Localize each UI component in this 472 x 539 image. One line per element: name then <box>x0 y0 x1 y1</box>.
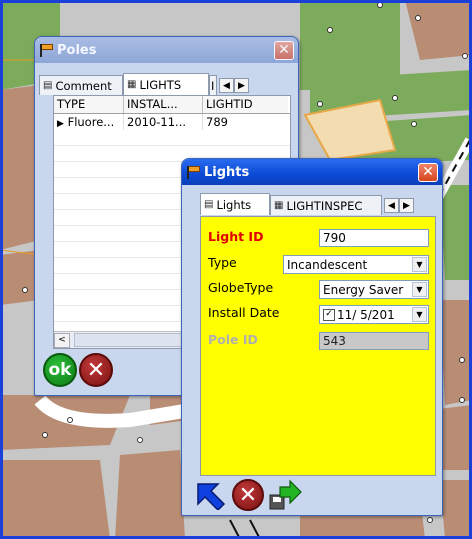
scroll-left-icon[interactable]: < <box>54 332 70 348</box>
install-date-value: 11/ 5/201 <box>337 307 395 322</box>
lights-tabs: ▤ Lights ▦ LIGHTINSPEC ◀ ▶ <box>182 193 442 215</box>
poles-tabs: ▤ Comment ▦ LIGHTS I ◀ ▶ <box>35 73 298 95</box>
tab-scroll-left-icon[interactable]: ◀ <box>384 198 399 213</box>
poles-button-bar: ok ✕ <box>43 353 113 387</box>
form-icon: ▤ <box>43 80 53 91</box>
type-value: Incandescent <box>287 257 368 272</box>
tab-comment[interactable]: ▤ Comment <box>39 75 123 95</box>
back-arrow-icon[interactable] <box>194 480 228 510</box>
tab-overflow-label: I <box>211 78 215 93</box>
tab-lightinspec[interactable]: ▦ LIGHTINSPEC <box>270 195 382 215</box>
globe-type-label: GlobeType <box>208 280 274 295</box>
tab-scroll-arrows: ◀ ▶ <box>219 78 249 93</box>
tab-scroll-right-icon[interactable]: ▶ <box>234 78 249 93</box>
chevron-down-icon[interactable]: ▼ <box>412 257 427 272</box>
col-header-lightid[interactable]: LIGHTID <box>203 96 288 113</box>
row-type-value: Fluore... <box>67 115 115 129</box>
pole-icon <box>39 43 53 57</box>
install-date-checkbox[interactable]: ✓ <box>323 308 335 321</box>
lights-close-button[interactable]: ✕ <box>418 162 438 182</box>
install-date-label: Install Date <box>208 305 280 320</box>
type-select[interactable]: Incandescent ▼ <box>283 255 429 274</box>
row-lightid-value: 789 <box>206 115 228 129</box>
tab-scroll-left-icon[interactable]: ◀ <box>219 78 234 93</box>
type-label: Type <box>208 255 237 270</box>
ok-button[interactable]: ok <box>43 353 77 387</box>
tab-lights-form[interactable]: ▤ Lights <box>200 193 270 215</box>
chevron-down-icon[interactable]: ▼ <box>412 307 427 322</box>
poles-title: Poles <box>57 42 97 58</box>
pole-icon <box>186 165 200 179</box>
col-header-type[interactable]: TYPE <box>54 96 124 113</box>
row-selector-icon: ▶ <box>57 119 64 129</box>
row-install-value: 2010-11... <box>124 114 203 130</box>
tab-lights-form-label: Lights <box>216 197 252 212</box>
tab-lightinspec-label: LIGHTINSPEC <box>286 198 363 213</box>
table-icon: ▦ <box>274 200 284 211</box>
lights-window: Lights ✕ ▤ Lights ▦ LIGHTINSPEC ◀ ▶ Ligh… <box>181 158 443 516</box>
tab-comment-label: Comment <box>55 78 112 93</box>
form-icon: ▤ <box>204 199 214 210</box>
save-forward-icon[interactable] <box>268 479 302 511</box>
chevron-down-icon[interactable]: ▼ <box>412 282 427 297</box>
install-date-picker[interactable]: ✓ 11/ 5/201 ▼ <box>319 305 429 324</box>
globe-type-select[interactable]: Energy Saver ▼ <box>319 280 429 299</box>
lights-title: Lights <box>204 164 250 180</box>
tab-overflow[interactable]: I <box>209 75 217 95</box>
poles-titlebar[interactable]: Poles ✕ <box>35 37 298 63</box>
lights-form: Light ID 790 Type Incandescent ▼ GlobeTy… <box>200 216 436 476</box>
light-id-label: Light ID <box>208 229 264 244</box>
pole-id-field: 543 <box>319 332 429 350</box>
row-cell-type: ▶ Fluore... <box>54 114 124 130</box>
light-id-field[interactable]: 790 <box>319 229 429 247</box>
poles-cancel-button[interactable]: ✕ <box>79 353 113 387</box>
tab-scroll-arrows: ◀ ▶ <box>384 198 414 213</box>
lights-titlebar[interactable]: Lights ✕ <box>182 159 442 185</box>
globe-type-value: Energy Saver <box>323 282 404 297</box>
table-icon: ▦ <box>127 79 137 90</box>
lights-button-bar: ✕ <box>194 479 302 511</box>
col-header-install[interactable]: INSTAL... <box>124 96 203 113</box>
tab-lights[interactable]: ▦ LIGHTS <box>123 73 209 95</box>
poles-close-button[interactable]: ✕ <box>274 40 294 60</box>
tab-scroll-right-icon[interactable]: ▶ <box>399 198 414 213</box>
table-row[interactable]: ▶ Fluore... 2010-11... 789 <box>54 114 290 130</box>
grid-header: TYPE INSTAL... LIGHTID <box>54 96 290 114</box>
tab-lights-label: LIGHTS <box>139 77 182 92</box>
pole-id-label: Pole ID <box>208 332 258 347</box>
lights-cancel-button[interactable]: ✕ <box>232 479 264 511</box>
